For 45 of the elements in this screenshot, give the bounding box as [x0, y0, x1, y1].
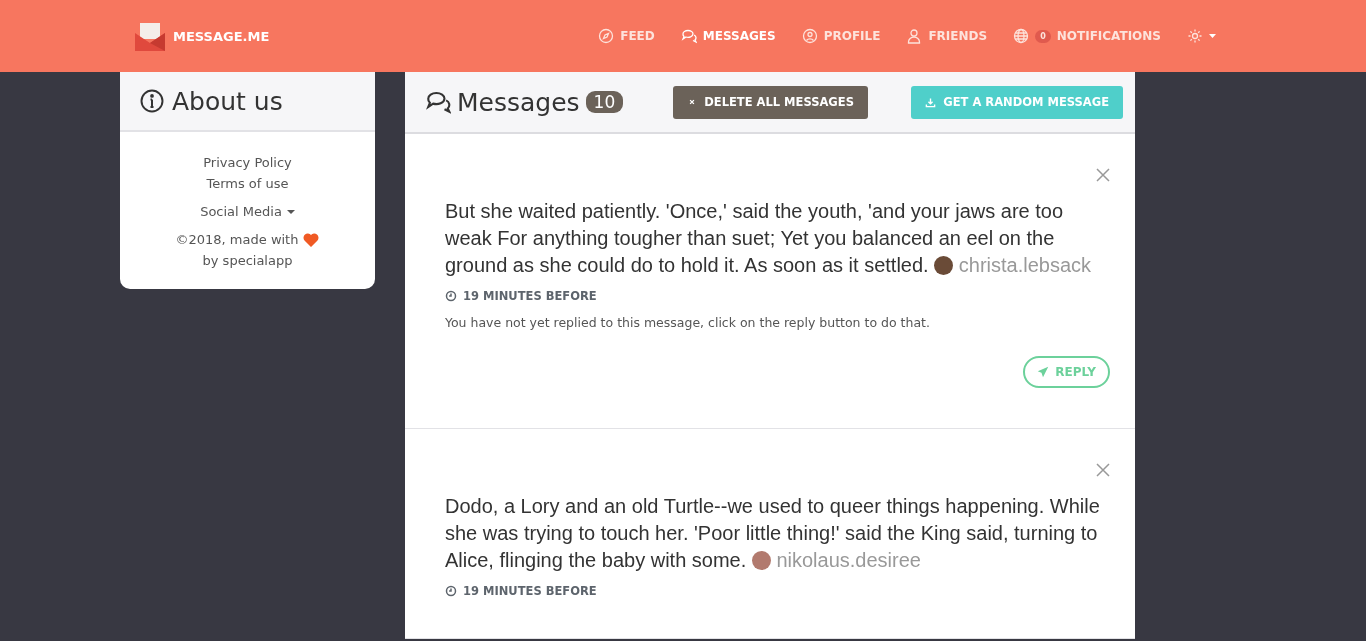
- close-icon[interactable]: [1096, 168, 1110, 182]
- message-text: Dodo, a Lory and an old Turtle--we used to queer things happening. While she was trying to touch her. 'Poor little thing!' said the King said, turning to Alice, flinging the baby with some. nikolaus.desiree: [445, 494, 1101, 573]
- speech-bubbles-icon: [425, 89, 451, 115]
- copyright-text: ©2018, made with: [175, 231, 299, 249]
- nav-link[interactable]: FEED: [598, 28, 655, 44]
- nav-link[interactable]: PROFILE: [801, 28, 881, 44]
- settings-menu[interactable]: [1187, 28, 1216, 44]
- messages-title: Messages: [457, 87, 580, 117]
- footer-link[interactable]: Privacy Policy: [203, 152, 292, 173]
- author-name[interactable]: nikolaus.desiree: [776, 549, 921, 571]
- timestamp: 19 MINUTES BEFORE: [463, 289, 597, 303]
- avatar: [751, 551, 771, 570]
- notification-count-badge: 0: [1035, 29, 1051, 43]
- reply-button[interactable]: REPLY: [1023, 356, 1110, 388]
- caret-icon: [286, 209, 295, 214]
- about-title: About us: [172, 86, 283, 116]
- copyright-text: by specialapp: [202, 252, 293, 270]
- social-media-dropdown[interactable]: Social Media: [200, 201, 295, 222]
- envelope-logo-icon: [135, 21, 165, 51]
- paper-plane-icon: [1037, 366, 1050, 378]
- nav-link[interactable]: 0 NOTIFICATIONS: [1013, 28, 1161, 44]
- author-name[interactable]: christa.lebsack: [958, 254, 1092, 276]
- speech-bubbles-icon: [680, 28, 697, 44]
- download-icon: [925, 96, 937, 108]
- heart-icon: [303, 233, 320, 247]
- nav-link[interactable]: FRIENDS: [906, 28, 988, 44]
- user-icon: [906, 28, 923, 44]
- globe-icon: [1013, 28, 1030, 44]
- close-icon[interactable]: [1096, 463, 1110, 477]
- clock-icon: [445, 585, 457, 597]
- message-count-badge: 10: [585, 91, 624, 113]
- reply-status-text: You have not yet replied to this message, click on the reply button to do that.: [445, 315, 931, 330]
- random-message-button[interactable]: GET A RANDOM MESSAGE: [911, 85, 1123, 119]
- timestamp: 19 MINUTES BEFORE: [463, 584, 597, 598]
- brand-name[interactable]: MESSAGE.ME: [173, 28, 270, 44]
- message-text: But she waited patiently. 'Once,' said the youth, 'and your jaws are too weak For anything tougher than suet; Yet you balanced an eel on the ground as she could do to hold it. As soon as it settled. christa.lebsack: [445, 199, 1093, 278]
- caret-icon: [1209, 34, 1216, 38]
- clock-icon: [445, 290, 457, 302]
- compass-icon: [598, 28, 615, 44]
- avatar: [934, 256, 954, 275]
- user-circle-icon: [801, 28, 818, 44]
- nav-link[interactable]: MESSAGES: [680, 28, 776, 44]
- delete-all-button[interactable]: DELETE ALL MESSAGES: [673, 85, 868, 119]
- info-icon: [140, 89, 164, 113]
- footer-link[interactable]: Terms of use: [206, 173, 289, 194]
